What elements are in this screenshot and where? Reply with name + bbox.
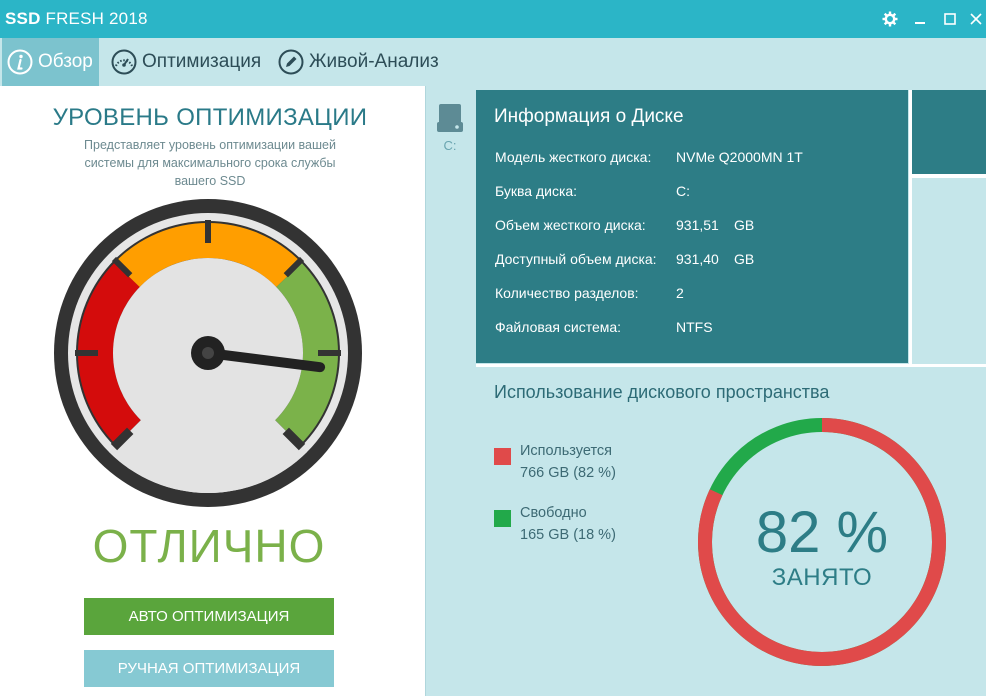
tab-live-analysis-label: Живой-Анализ xyxy=(309,51,439,72)
title-bar: SSD FRESH 2018 xyxy=(0,0,986,38)
tab-optimization[interactable]: Оптимизация xyxy=(111,38,261,86)
divider xyxy=(909,90,912,366)
drive-item-c[interactable]: C: xyxy=(426,102,474,153)
manual-optimization-button[interactable]: РУЧНАЯ ОПТИМИЗАЦИЯ xyxy=(84,650,334,687)
legend-used-value: 766 GB (82 %) xyxy=(520,465,616,481)
app-title: SSD FRESH 2018 xyxy=(5,9,148,28)
legend-free-name: Свободно xyxy=(520,505,587,521)
optimization-level-panel: УРОВЕНЬ ОПТИМИЗАЦИИ Представляет уровень… xyxy=(0,86,425,696)
tile-light xyxy=(912,178,986,364)
tile-dark xyxy=(912,90,986,174)
tab-optimization-label: Оптимизация xyxy=(142,51,262,72)
speedometer-icon xyxy=(111,49,137,75)
disk-usage-panel: Использование дискового пространства Исп… xyxy=(476,367,986,696)
auto-optimization-button[interactable]: АВТО ОПТИМИЗАЦИЯ xyxy=(84,598,334,635)
optimization-level-title: УРОВЕНЬ ОПТИМИЗАЦИИ xyxy=(52,104,368,131)
donut-percent: 82 % xyxy=(755,500,889,565)
close-icon[interactable] xyxy=(961,0,986,38)
tab-live-analysis[interactable]: Живой-Анализ xyxy=(278,38,439,86)
minimize-icon[interactable] xyxy=(905,0,935,38)
info-icon xyxy=(7,49,33,75)
legend-used-swatch xyxy=(494,448,511,465)
donut-label: ЗАНЯТО xyxy=(771,564,873,591)
tab-bar: Обзор Оптимизация Живой-Анализ xyxy=(0,38,986,86)
disk-info-title: Информация о Диске xyxy=(494,106,684,127)
tab-overview[interactable]: Обзор xyxy=(2,38,99,86)
pencil-icon xyxy=(278,49,304,75)
divider xyxy=(909,174,986,178)
legend-free-swatch xyxy=(494,510,511,527)
disk-usage-title: Использование дискового пространства xyxy=(494,382,830,402)
disk-info-panel: Информация о Диске Модель жесткого диска… xyxy=(476,90,908,363)
optimization-level-description: Представляет уровень оптимизации вашей с… xyxy=(84,138,336,188)
optimization-gauge xyxy=(54,199,362,507)
tab-overview-label: Обзор xyxy=(38,51,93,72)
legend-used-name: Используется xyxy=(520,443,613,459)
legend-free-value: 165 GB (18 %) xyxy=(520,527,616,543)
optimization-status: ОТЛИЧНО xyxy=(92,520,326,572)
settings-gear-icon[interactable] xyxy=(875,0,905,38)
drive-label: C: xyxy=(443,138,457,153)
drive-list: C: xyxy=(425,86,475,696)
drive-icon xyxy=(437,104,463,132)
